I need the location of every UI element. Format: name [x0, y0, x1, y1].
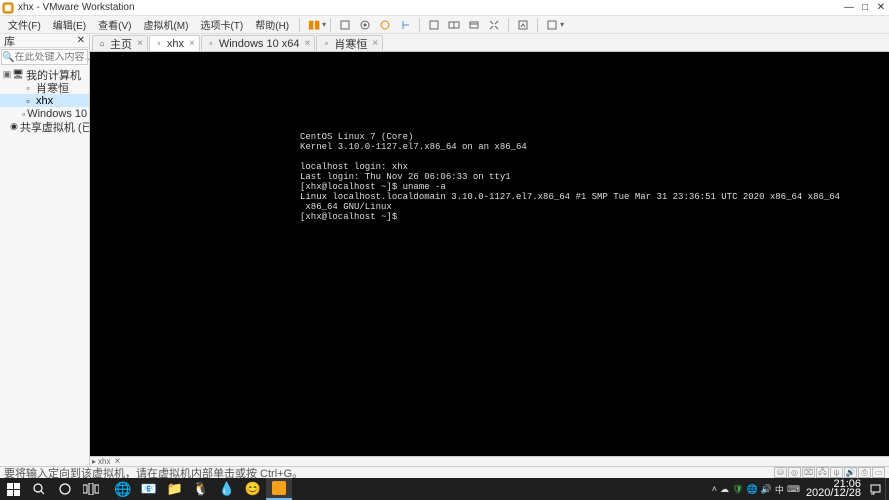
- expander-icon[interactable]: ▣: [2, 69, 12, 80]
- taskbar-app-3[interactable]: 😊: [240, 478, 266, 500]
- manage-dropdown-icon[interactable]: ▾: [560, 20, 564, 29]
- tab-close-icon[interactable]: ×: [305, 38, 311, 49]
- unity-button[interactable]: [444, 16, 464, 34]
- stretch-button[interactable]: [484, 16, 504, 34]
- device-harddisk-icon[interactable]: ⛁: [774, 467, 787, 478]
- device-usb-icon[interactable]: ψ: [830, 467, 843, 478]
- vm-console[interactable]: CentOS Linux 7 (Core) Kernel 3.10.0-1127…: [90, 52, 889, 456]
- device-cd-icon[interactable]: ◎: [788, 467, 801, 478]
- search-icon: 🔍: [2, 52, 14, 63]
- taskbar-clock[interactable]: 21:06 2020/12/28: [802, 480, 865, 498]
- tree-label: 共享虚拟机 (已禁用): [20, 119, 89, 135]
- tray-network-icon[interactable]: 🌐: [746, 484, 757, 495]
- tab-label: Windows 10 x64: [219, 38, 300, 50]
- power-dropdown-icon[interactable]: ▾: [322, 20, 326, 29]
- computer-icon: 🖥: [12, 69, 24, 81]
- tab-vm[interactable]: ▫ Windows 10 x64 ×: [201, 35, 316, 51]
- tab-close-icon[interactable]: ×: [137, 38, 143, 49]
- snapshot-manager-button[interactable]: [375, 16, 395, 34]
- tabbar: ⌂ 主页 × ▫ xhx × ▫ Windows 10 x64 × ▫ 肖寒恒 …: [90, 34, 889, 52]
- tray-ime[interactable]: 中: [775, 483, 784, 496]
- taskbar-edge[interactable]: 🌐: [110, 478, 136, 500]
- console-view-button[interactable]: [464, 16, 484, 34]
- snapshot-button[interactable]: [355, 16, 375, 34]
- close-button[interactable]: ✕: [875, 2, 887, 14]
- window-title: xhx - VMware Workstation: [18, 2, 843, 13]
- tree-node-vm[interactable]: ▫ 肖寒恒: [0, 81, 89, 94]
- fullscreen-button[interactable]: [424, 16, 444, 34]
- tab-label: 肖寒恒: [334, 36, 367, 52]
- tab-close-icon[interactable]: ×: [372, 38, 378, 49]
- notifications-button[interactable]: [865, 478, 885, 500]
- tab-label: 主页: [110, 36, 132, 52]
- snapshot-revert-button[interactable]: [395, 16, 415, 34]
- sidebar-header: 库 ✕: [0, 34, 89, 48]
- tree-node-shared[interactable]: ◉ 共享虚拟机 (已禁用): [0, 120, 89, 133]
- shared-icon: ◉: [10, 121, 18, 133]
- clock-date: 2020/12/28: [806, 489, 861, 498]
- tab-vm[interactable]: ▫ xhx ×: [149, 35, 200, 51]
- taskbar-mail[interactable]: 📧: [136, 478, 162, 500]
- menu-tabs[interactable]: 选项卡(T): [194, 16, 249, 33]
- sidebar-title: 库: [4, 33, 15, 49]
- taskview-button[interactable]: [78, 478, 104, 500]
- tray-security-icon[interactable]: 🛡: [732, 484, 743, 495]
- tab-vm[interactable]: ▫ 肖寒恒 ×: [316, 35, 383, 51]
- show-desktop-button[interactable]: [885, 478, 889, 500]
- start-button[interactable]: [0, 478, 26, 500]
- home-icon: ⌂: [97, 39, 107, 49]
- taskbar-explorer[interactable]: 📁: [162, 478, 188, 500]
- tray-onedrive-icon[interactable]: ☁: [720, 484, 729, 495]
- tab-label: xhx: [167, 38, 184, 50]
- taskbar-app-1[interactable]: 🐧: [188, 478, 214, 500]
- windows-taskbar: 🌐 📧 📁 🐧 💧 😊 ˄ ☁ 🛡 🌐 🔊 中 ⌨ 21:06 2020/12/…: [0, 478, 889, 500]
- tree-label: 肖寒恒: [36, 80, 69, 96]
- tab-home[interactable]: ⌂ 主页 ×: [92, 35, 148, 51]
- tray-up-icon[interactable]: ˄: [712, 484, 717, 494]
- device-printer-icon[interactable]: ⎙: [858, 467, 871, 478]
- menubar: 文件(F) 编辑(E) 查看(V) 虚拟机(M) 选项卡(T) 帮助(H) ▮▮…: [0, 16, 889, 34]
- menu-edit[interactable]: 编辑(E): [47, 16, 92, 33]
- menu-view[interactable]: 查看(V): [92, 16, 137, 33]
- device-network-icon[interactable]: 🖧: [816, 467, 829, 478]
- menu-file[interactable]: 文件(F): [2, 16, 47, 33]
- vm-icon: ▫: [154, 39, 164, 49]
- app-icon: [2, 2, 14, 14]
- vm-icon: ▫: [321, 39, 331, 49]
- maximize-button[interactable]: □: [859, 2, 871, 14]
- tree-node-vm[interactable]: ▫ xhx: [0, 94, 89, 107]
- tray-keyboard-icon[interactable]: ⌨: [787, 484, 800, 495]
- menu-help[interactable]: 帮助(H): [249, 16, 295, 33]
- taskbar-vmware[interactable]: [266, 478, 292, 500]
- tray-volume-icon[interactable]: 🔊: [761, 484, 772, 495]
- cortana-button[interactable]: [52, 478, 78, 500]
- vm-icon: ▫: [206, 39, 216, 49]
- titlebar: xhx - VMware Workstation — □ ✕: [0, 0, 889, 16]
- minimize-button[interactable]: —: [843, 2, 855, 14]
- statusbar: 要将输入定向到该虚拟机，请在虚拟机内部单击或按 Ctrl+G。 ⛁ ◎ ⌧ 🖧 …: [0, 466, 889, 478]
- device-sound-icon[interactable]: 🔊: [844, 467, 857, 478]
- thumbnail-button[interactable]: [513, 16, 533, 34]
- menu-vm[interactable]: 虚拟机(M): [137, 16, 194, 33]
- library-sidebar: 库 ✕ 🔍 ▾ ▣ 🖥 我的计算机 ▫ 肖寒恒 ▫ xhx ▫: [0, 34, 90, 466]
- vm-icon: ▫: [22, 95, 34, 107]
- sidebar-search[interactable]: 🔍 ▾: [1, 49, 88, 65]
- device-display-icon[interactable]: ▭: [872, 467, 885, 478]
- device-floppy-icon[interactable]: ⌧: [802, 467, 815, 478]
- send-ctrlaltdel-button[interactable]: [335, 16, 355, 34]
- library-tree: ▣ 🖥 我的计算机 ▫ 肖寒恒 ▫ xhx ▫ Windows 10 x64 ◉…: [0, 66, 89, 466]
- content-area: ⌂ 主页 × ▫ xhx × ▫ Windows 10 x64 × ▫ 肖寒恒 …: [90, 34, 889, 466]
- search-button[interactable]: [26, 478, 52, 500]
- system-tray: ˄ ☁ 🛡 🌐 🔊 中 ⌨: [712, 483, 802, 496]
- taskbar-app-2[interactable]: 💧: [214, 478, 240, 500]
- power-button[interactable]: ▮▮: [304, 16, 324, 34]
- manage-button[interactable]: [542, 16, 562, 34]
- sidebar-close-button[interactable]: ✕: [77, 35, 85, 46]
- tree-label: xhx: [36, 95, 53, 107]
- tab-close-icon[interactable]: ×: [189, 38, 195, 49]
- vm-icon: ▫: [22, 82, 34, 94]
